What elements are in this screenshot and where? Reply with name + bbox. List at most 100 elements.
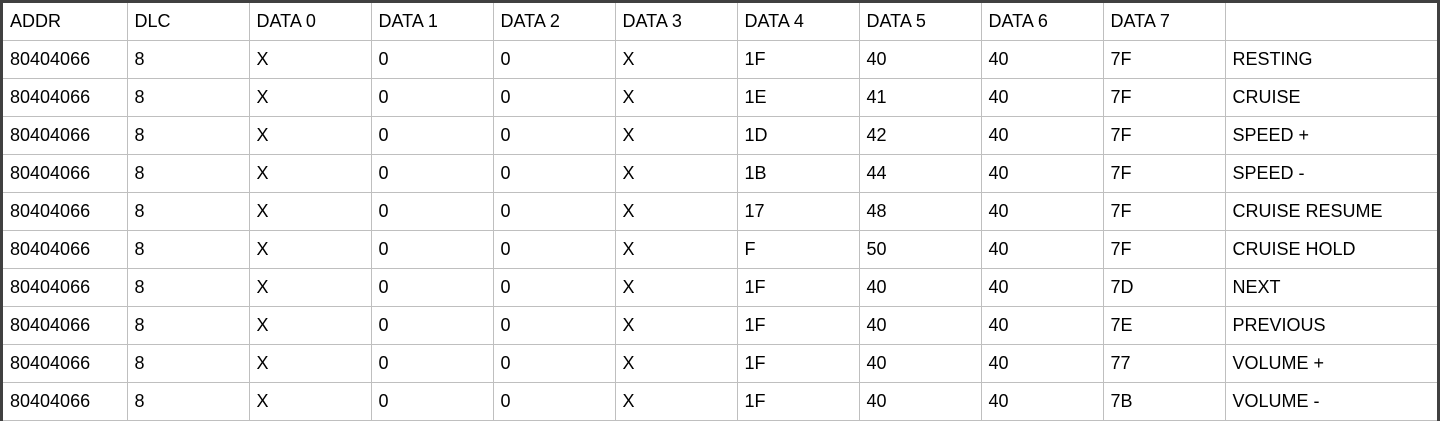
- cell-data3[interactable]: X: [615, 154, 738, 193]
- cell-data1[interactable]: 0: [371, 40, 494, 79]
- cell-data5[interactable]: 40: [859, 40, 982, 79]
- cell-data1[interactable]: 0: [371, 268, 494, 307]
- cell-data0[interactable]: X: [249, 382, 372, 421]
- cell-data7[interactable]: 7D: [1103, 268, 1226, 307]
- header-cell-data5[interactable]: DATA 5: [859, 3, 982, 41]
- cell-description[interactable]: SPEED -: [1225, 154, 1437, 193]
- cell-data3[interactable]: X: [615, 40, 738, 79]
- cell-data4[interactable]: 1F: [737, 344, 860, 383]
- cell-data4[interactable]: 17: [737, 192, 860, 231]
- cell-addr[interactable]: 80404066: [3, 268, 128, 307]
- cell-data6[interactable]: 40: [981, 344, 1104, 383]
- header-cell-data6[interactable]: DATA 6: [981, 3, 1104, 41]
- cell-dlc[interactable]: 8: [127, 306, 250, 345]
- cell-data6[interactable]: 40: [981, 78, 1104, 117]
- header-cell-data1[interactable]: DATA 1: [371, 3, 494, 41]
- cell-data2[interactable]: 0: [493, 230, 616, 269]
- cell-data6[interactable]: 40: [981, 268, 1104, 307]
- cell-data6[interactable]: 40: [981, 40, 1104, 79]
- header-cell-data0[interactable]: DATA 0: [249, 3, 372, 41]
- cell-data1[interactable]: 0: [371, 230, 494, 269]
- cell-data4[interactable]: 1B: [737, 154, 860, 193]
- cell-data5[interactable]: 40: [859, 306, 982, 345]
- cell-data5[interactable]: 48: [859, 192, 982, 231]
- cell-data2[interactable]: 0: [493, 382, 616, 421]
- cell-addr[interactable]: 80404066: [3, 40, 128, 79]
- cell-data1[interactable]: 0: [371, 116, 494, 155]
- cell-data2[interactable]: 0: [493, 40, 616, 79]
- cell-addr[interactable]: 80404066: [3, 382, 128, 421]
- cell-description[interactable]: VOLUME +: [1225, 344, 1437, 383]
- header-cell-data2[interactable]: DATA 2: [493, 3, 616, 41]
- cell-data0[interactable]: X: [249, 78, 372, 117]
- cell-description[interactable]: PREVIOUS: [1225, 306, 1437, 345]
- cell-data3[interactable]: X: [615, 78, 738, 117]
- header-cell-dlc[interactable]: DLC: [127, 3, 250, 41]
- cell-data2[interactable]: 0: [493, 78, 616, 117]
- cell-data7[interactable]: 7B: [1103, 382, 1226, 421]
- cell-data3[interactable]: X: [615, 268, 738, 307]
- cell-data1[interactable]: 0: [371, 382, 494, 421]
- cell-data0[interactable]: X: [249, 230, 372, 269]
- cell-data0[interactable]: X: [249, 154, 372, 193]
- cell-data5[interactable]: 40: [859, 344, 982, 383]
- cell-data0[interactable]: X: [249, 268, 372, 307]
- cell-data5[interactable]: 50: [859, 230, 982, 269]
- cell-data5[interactable]: 40: [859, 382, 982, 421]
- cell-data0[interactable]: X: [249, 192, 372, 231]
- cell-data0[interactable]: X: [249, 306, 372, 345]
- cell-data1[interactable]: 0: [371, 192, 494, 231]
- cell-data5[interactable]: 40: [859, 268, 982, 307]
- cell-description[interactable]: CRUISE HOLD: [1225, 230, 1437, 269]
- cell-data6[interactable]: 40: [981, 192, 1104, 231]
- cell-data1[interactable]: 0: [371, 154, 494, 193]
- cell-data2[interactable]: 0: [493, 116, 616, 155]
- cell-data4[interactable]: 1D: [737, 116, 860, 155]
- cell-data0[interactable]: X: [249, 40, 372, 79]
- cell-data4[interactable]: F: [737, 230, 860, 269]
- cell-data7[interactable]: 77: [1103, 344, 1226, 383]
- cell-data1[interactable]: 0: [371, 78, 494, 117]
- cell-data6[interactable]: 40: [981, 230, 1104, 269]
- cell-data2[interactable]: 0: [493, 268, 616, 307]
- cell-dlc[interactable]: 8: [127, 40, 250, 79]
- cell-data2[interactable]: 0: [493, 306, 616, 345]
- cell-data5[interactable]: 42: [859, 116, 982, 155]
- cell-description[interactable]: CRUISE: [1225, 78, 1437, 117]
- cell-dlc[interactable]: 8: [127, 192, 250, 231]
- cell-data3[interactable]: X: [615, 306, 738, 345]
- cell-description[interactable]: SPEED +: [1225, 116, 1437, 155]
- header-cell-addr[interactable]: ADDR: [3, 3, 128, 41]
- cell-data7[interactable]: 7F: [1103, 230, 1226, 269]
- cell-data6[interactable]: 40: [981, 306, 1104, 345]
- cell-data3[interactable]: X: [615, 344, 738, 383]
- cell-dlc[interactable]: 8: [127, 230, 250, 269]
- cell-addr[interactable]: 80404066: [3, 78, 128, 117]
- cell-data0[interactable]: X: [249, 344, 372, 383]
- cell-description[interactable]: RESTING: [1225, 40, 1437, 79]
- cell-addr[interactable]: 80404066: [3, 344, 128, 383]
- cell-data2[interactable]: 0: [493, 344, 616, 383]
- cell-data7[interactable]: 7E: [1103, 306, 1226, 345]
- cell-addr[interactable]: 80404066: [3, 116, 128, 155]
- header-cell-data3[interactable]: DATA 3: [615, 3, 738, 41]
- cell-data7[interactable]: 7F: [1103, 192, 1226, 231]
- cell-data7[interactable]: 7F: [1103, 40, 1226, 79]
- cell-description[interactable]: CRUISE RESUME: [1225, 192, 1437, 231]
- cell-data4[interactable]: 1F: [737, 40, 860, 79]
- cell-data3[interactable]: X: [615, 230, 738, 269]
- cell-description[interactable]: VOLUME -: [1225, 382, 1437, 421]
- cell-description[interactable]: NEXT: [1225, 268, 1437, 307]
- cell-data4[interactable]: 1F: [737, 382, 860, 421]
- cell-data1[interactable]: 0: [371, 306, 494, 345]
- cell-data1[interactable]: 0: [371, 344, 494, 383]
- cell-data6[interactable]: 40: [981, 382, 1104, 421]
- cell-data2[interactable]: 0: [493, 154, 616, 193]
- cell-data7[interactable]: 7F: [1103, 154, 1226, 193]
- cell-addr[interactable]: 80404066: [3, 306, 128, 345]
- header-cell-data4[interactable]: DATA 4: [737, 3, 860, 41]
- cell-addr[interactable]: 80404066: [3, 154, 128, 193]
- cell-data7[interactable]: 7F: [1103, 116, 1226, 155]
- cell-data4[interactable]: 1F: [737, 268, 860, 307]
- cell-dlc[interactable]: 8: [127, 78, 250, 117]
